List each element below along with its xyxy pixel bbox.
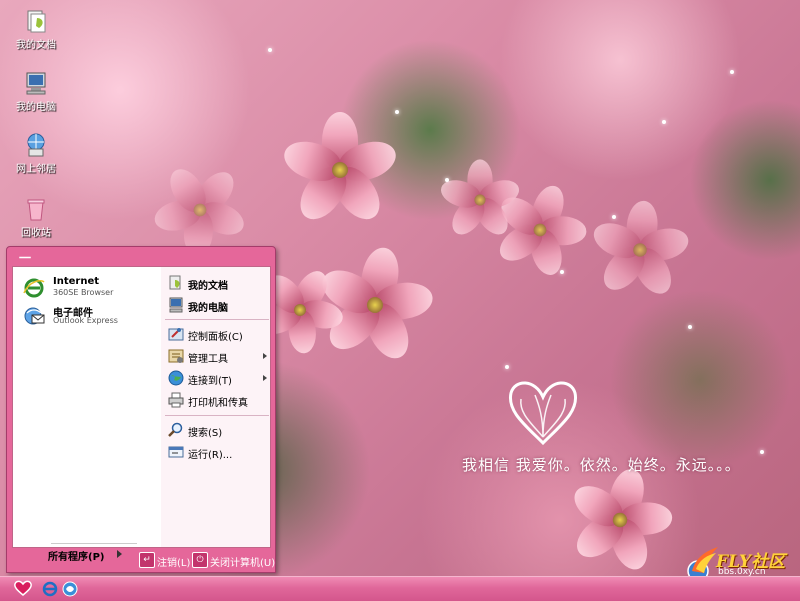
menu-item-connect-to[interactable]: 连接到(T): [167, 368, 271, 388]
all-programs-separator: [51, 543, 137, 544]
my-computer-icon: [26, 72, 46, 95]
outlook-icon: [24, 307, 45, 325]
logoff-button[interactable]: ↵ 注销(L): [139, 551, 193, 569]
sparkle: [760, 450, 764, 454]
start-menu: 一 Internet 360SE Browser 电子邮件 Outlook Ex…: [6, 246, 276, 573]
my-documents-icon: [27, 10, 46, 33]
start-menu-left-pane: Internet 360SE Browser 电子邮件 Outlook Expr…: [12, 266, 163, 563]
run-icon: [168, 446, 184, 458]
menu-item-my-computer[interactable]: 我的电脑: [167, 295, 271, 315]
recycle-bin-icon: [27, 199, 45, 221]
menu-item-my-documents[interactable]: 我的文档: [167, 273, 271, 293]
my-documents-icon: [169, 275, 181, 290]
pinned-item-email[interactable]: 电子邮件 Outlook Express: [21, 303, 161, 329]
wallpaper-slogan: 我相信 我爱你。依然。始终。永远。。。: [462, 456, 741, 474]
printer-icon: [168, 392, 184, 408]
watermark: FLY社区 bbs.0xy.cn: [682, 545, 798, 576]
sparkle: [560, 270, 564, 274]
sparkle: [395, 110, 399, 114]
menu-separator: [165, 415, 269, 416]
sparkle: [268, 48, 272, 52]
desktop-icon-my-documents[interactable]: 我的文档: [6, 8, 66, 51]
taskbar: [0, 576, 800, 601]
search-icon: [168, 422, 183, 437]
globe-icon: [168, 370, 184, 386]
sparkle: [688, 325, 692, 329]
admin-tools-icon: [168, 349, 184, 363]
desktop-icon-my-computer[interactable]: 我的电脑: [6, 70, 66, 113]
network-places-icon: [27, 133, 45, 157]
menu-item-admin-tools[interactable]: 管理工具: [167, 346, 271, 366]
control-panel-icon: [168, 328, 184, 341]
power-icon: ⏻: [192, 552, 208, 568]
sparkle: [612, 215, 616, 219]
quicklaunch-browser-icon[interactable]: [62, 581, 78, 597]
pinned-item-internet[interactable]: Internet 360SE Browser: [21, 275, 161, 301]
sparkle: [445, 178, 449, 182]
all-programs-button[interactable]: 所有程序(P): [48, 548, 104, 563]
my-computer-icon: [169, 297, 183, 313]
start-button-heart-icon[interactable]: [14, 580, 32, 596]
start-menu-right-pane: 我的文档 我的电脑 控制面板(C) 管理工具 连接到(T) 打印机和传真 搜索(…: [161, 266, 271, 548]
submenu-arrow-icon: [263, 353, 267, 359]
desktop-icon-network-places[interactable]: 网上邻居: [6, 132, 66, 175]
menu-item-search[interactable]: 搜索(S): [167, 420, 271, 440]
sparkle: [505, 365, 509, 369]
menu-separator: [165, 319, 269, 320]
watermark-site: bbs.0xy.cn: [718, 567, 766, 576]
ie-icon: [23, 278, 45, 298]
quicklaunch-ie-icon[interactable]: [42, 581, 58, 597]
menu-item-printers[interactable]: 打印机和传真: [167, 390, 271, 410]
desktop-icon-recycle-bin[interactable]: 回收站: [6, 196, 66, 239]
sparkle: [730, 70, 734, 74]
start-menu-user-name: 一: [19, 251, 32, 265]
all-programs-arrow-icon: [117, 550, 122, 558]
heart-icon: [508, 381, 578, 446]
sparkle: [662, 120, 666, 124]
menu-item-run[interactable]: 运行(R)...: [167, 442, 271, 462]
submenu-arrow-icon: [263, 375, 267, 381]
logoff-icon: ↵: [139, 552, 155, 568]
shutdown-button[interactable]: ⏻ 关闭计算机(U): [192, 551, 275, 569]
menu-item-control-panel[interactable]: 控制面板(C): [167, 324, 271, 344]
